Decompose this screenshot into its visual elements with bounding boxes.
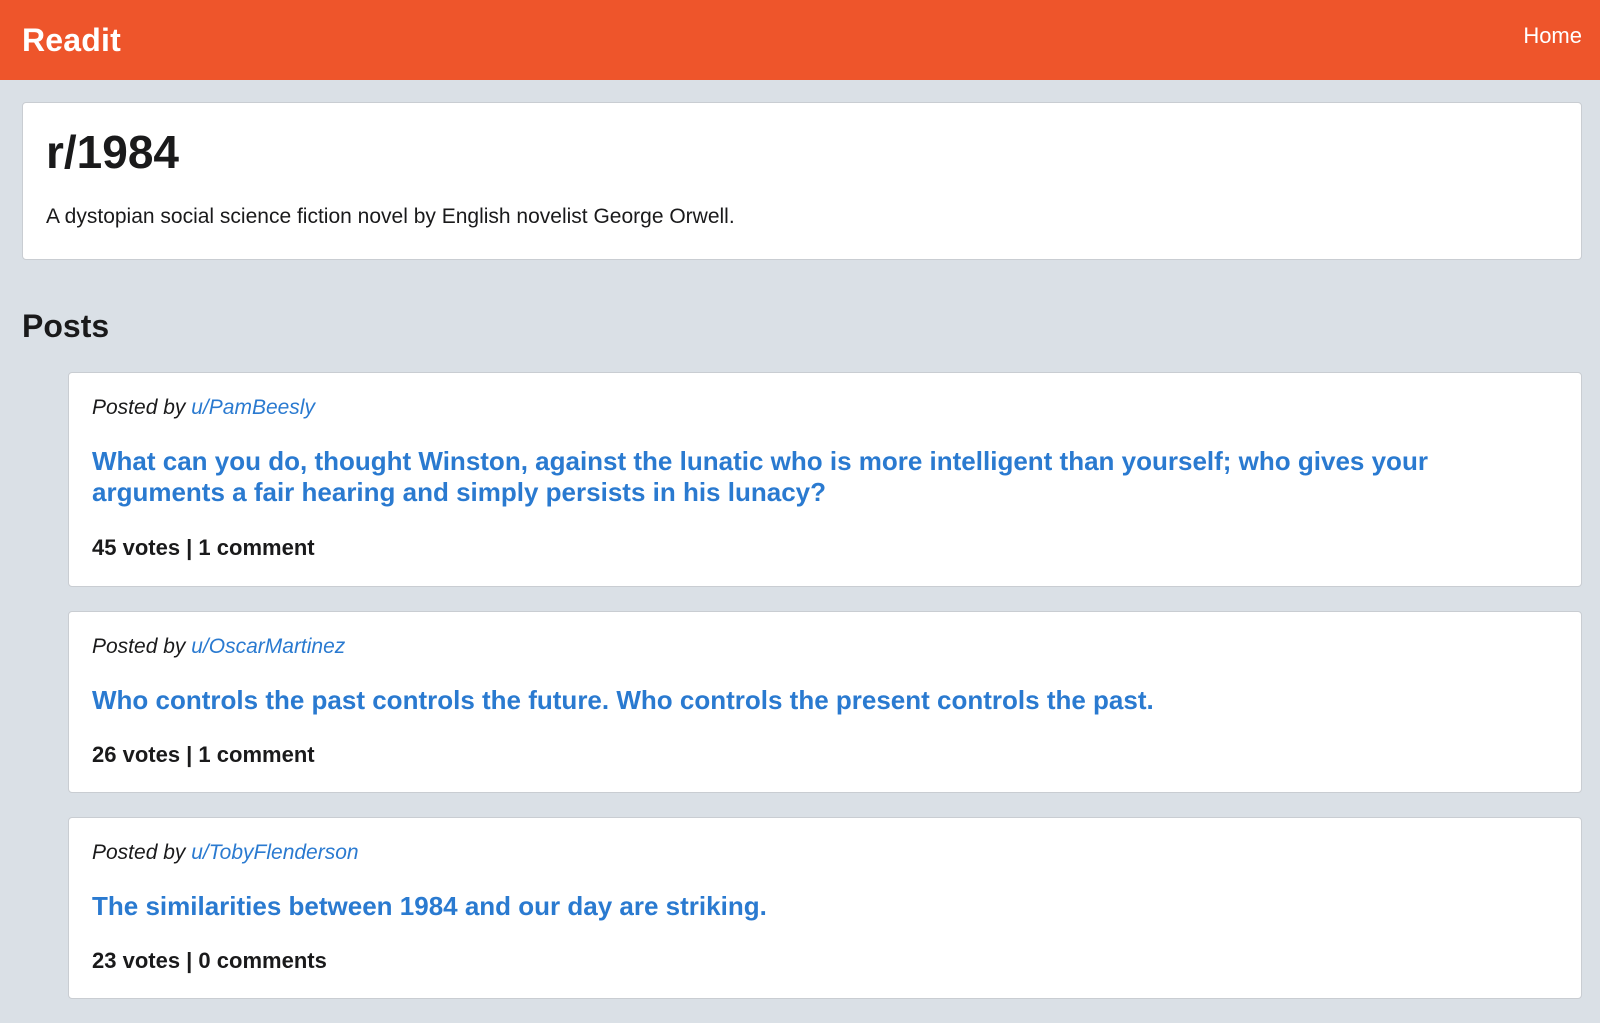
post-card: Posted by u/PamBeesly What can you do, t… (68, 372, 1582, 587)
post-meta: Posted by u/PamBeesly (92, 395, 1558, 420)
post-title-link[interactable]: The similarities between 1984 and our da… (92, 891, 1558, 922)
subreddit-title: r/1984 (46, 126, 180, 178)
posts-list: Posted by u/PamBeesly What can you do, t… (68, 372, 1582, 999)
post-author-link[interactable]: u/OscarMartinez (191, 635, 345, 658)
post-meta: Posted by u/OscarMartinez (92, 634, 1558, 659)
post-card: Posted by u/OscarMartinez Who controls t… (68, 611, 1582, 793)
post-stats: 45 votes | 1 comment (92, 534, 315, 560)
main-content: r/1984 A dystopian social science fictio… (0, 80, 1600, 999)
post-card: Posted by u/TobyFlenderson The similarit… (68, 817, 1582, 999)
subreddit-header-card: r/1984 A dystopian social science fictio… (22, 102, 1582, 260)
post-stats: 23 votes | 0 comments (92, 948, 327, 974)
post-author-link[interactable]: u/TobyFlenderson (191, 841, 358, 864)
home-link[interactable]: Home (1523, 23, 1582, 49)
posts-heading: Posts (22, 308, 110, 344)
post-meta: Posted by u/TobyFlenderson (92, 840, 1558, 865)
brand-logo[interactable]: Readit (22, 22, 121, 59)
post-stats: 26 votes | 1 comment (92, 742, 315, 768)
post-title-link[interactable]: Who controls the past controls the futur… (92, 685, 1558, 716)
posted-by-label: Posted by (92, 841, 186, 864)
post-author-link[interactable]: u/PamBeesly (191, 396, 315, 419)
posted-by-label: Posted by (92, 635, 186, 658)
top-navbar: Readit Home (0, 0, 1600, 80)
subreddit-description: A dystopian social science fiction novel… (46, 205, 735, 229)
post-title-link[interactable]: What can you do, thought Winston, agains… (92, 446, 1558, 508)
posted-by-label: Posted by (92, 396, 186, 419)
